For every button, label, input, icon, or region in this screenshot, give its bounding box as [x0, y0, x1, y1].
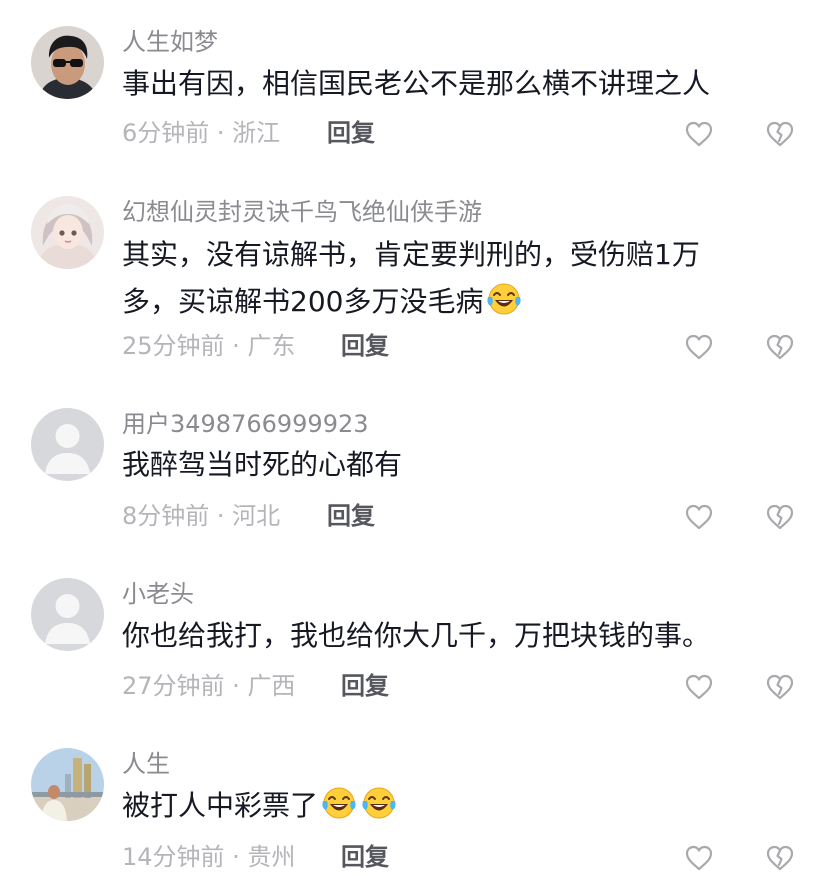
heart-outline-icon [685, 121, 713, 147]
comment-username[interactable]: 人生如梦 [122, 27, 218, 57]
avatar[interactable] [31, 578, 104, 651]
like-button[interactable] [684, 503, 714, 531]
comment-meta: 6分钟前 · 浙江 [122, 118, 280, 148]
comment-location: 河北 [232, 502, 281, 530]
dislike-button[interactable] [765, 844, 795, 872]
comment-username[interactable]: 人生 [122, 749, 170, 779]
reply-button[interactable]: 回复 [341, 331, 389, 361]
dislike-button[interactable] [765, 120, 795, 148]
comment-text: 你也给我打，我也给你大几千，万把块钱的事。 [122, 619, 711, 652]
default-user-avatar-icon [31, 578, 104, 651]
comment-time: 14分钟前 [122, 843, 225, 871]
meta-separator: · [224, 672, 248, 700]
comment-text-line: 多，买谅解书200多万没毛病 [122, 278, 772, 325]
like-button[interactable] [684, 120, 714, 148]
comment-meta: 27分钟前 · 广西 [122, 671, 295, 701]
reply-button[interactable]: 回复 [327, 501, 375, 531]
avatar[interactable] [31, 196, 104, 269]
comment-text: 被打人中彩票了 [122, 782, 772, 829]
comment-meta: 14分钟前 · 贵州 [122, 842, 295, 872]
comment-time: 27分钟前 [122, 672, 225, 700]
reply-button[interactable]: 回复 [341, 671, 389, 701]
comment-location: 浙江 [232, 119, 281, 147]
meta-separator: · [224, 332, 248, 360]
comment-location: 广东 [247, 332, 296, 360]
reply-button[interactable]: 回复 [341, 842, 389, 872]
comment-meta: 25分钟前 · 广东 [122, 331, 295, 361]
comment-text: 事出有因，相信国民老公不是那么横不讲理之人 [122, 67, 711, 100]
like-button[interactable] [684, 673, 714, 701]
comment-username[interactable]: 幻想仙灵封灵诀千鸟飞绝仙侠手游 [122, 197, 482, 227]
avatar[interactable] [31, 26, 104, 99]
broken-heart-icon [766, 674, 794, 700]
heart-outline-icon [685, 504, 713, 530]
broken-heart-icon [766, 504, 794, 530]
comment-text: 其实，没有谅解书，肯定要判刑的，受伤赔1万 多，买谅解书200多万没毛病 [122, 231, 772, 325]
dislike-button[interactable] [765, 333, 795, 361]
laughing-tears-emoji-icon [322, 787, 356, 819]
comment-location: 贵州 [247, 843, 296, 871]
like-button[interactable] [684, 844, 714, 872]
dislike-button[interactable] [765, 673, 795, 701]
comment-time: 8分钟前 [122, 502, 210, 530]
meta-separator: · [209, 502, 233, 530]
reply-button[interactable]: 回复 [327, 118, 375, 148]
laughing-tears-emoji-icon [487, 283, 522, 315]
comment-meta: 8分钟前 · 河北 [122, 501, 280, 531]
man-sunglasses-avatar-icon [31, 26, 104, 99]
avatar[interactable] [31, 408, 104, 481]
anime-girl-avatar-icon [31, 196, 104, 269]
heart-outline-icon [685, 674, 713, 700]
broken-heart-icon [766, 845, 794, 871]
comment-time: 6分钟前 [122, 119, 210, 147]
comment-text: 我醉驾当时死的心都有 [122, 448, 403, 481]
comment-username[interactable]: 用户3498766999923 [122, 409, 369, 439]
heart-outline-icon [685, 845, 713, 871]
comment-time: 25分钟前 [122, 332, 225, 360]
laughing-tears-emoji-icon [362, 787, 396, 819]
avatar[interactable] [31, 748, 104, 821]
comment-text-line: 其实，没有谅解书，肯定要判刑的，受伤赔1万 [122, 238, 700, 271]
default-user-avatar-icon [31, 408, 104, 481]
meta-separator: · [224, 843, 248, 871]
comment-username[interactable]: 小老头 [122, 579, 194, 609]
dislike-button[interactable] [765, 503, 795, 531]
comment-location: 广西 [247, 672, 296, 700]
broken-heart-icon [766, 334, 794, 360]
like-button[interactable] [684, 333, 714, 361]
meta-separator: · [209, 119, 233, 147]
broken-heart-icon [766, 121, 794, 147]
heart-outline-icon [685, 334, 713, 360]
city-photo-avatar-icon [31, 748, 104, 821]
